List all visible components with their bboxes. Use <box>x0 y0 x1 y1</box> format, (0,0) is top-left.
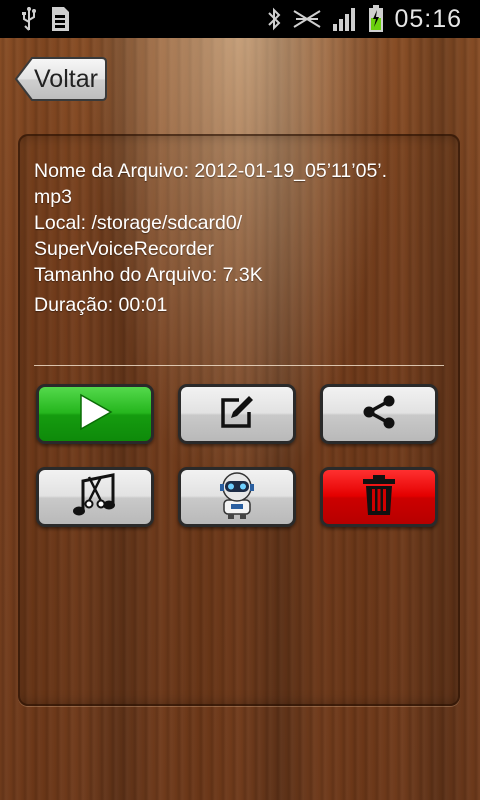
file-location-line-1: Local: /storage/sdcard0/ <box>34 212 243 234</box>
usb-icon <box>20 6 38 32</box>
signal-bars-icon <box>332 6 358 32</box>
file-duration: Duração: 00:01 <box>34 294 168 316</box>
file-name-line-2: mp3 <box>34 186 72 208</box>
no-signal-icon <box>292 7 322 31</box>
edit-icon <box>217 392 257 437</box>
share-button[interactable] <box>320 384 438 444</box>
file-name-line-1: Nome da Arquivo: 2012-01-19_05’11’05’. <box>34 160 388 182</box>
music-scissors-icon <box>69 471 121 524</box>
back-button[interactable]: Voltar <box>14 56 108 102</box>
play-button[interactable] <box>36 384 154 444</box>
file-location-line-2: SuperVoiceRecorder <box>34 238 214 260</box>
rename-button[interactable] <box>178 384 296 444</box>
status-bar: 05:16 <box>0 0 480 38</box>
divider <box>34 365 444 366</box>
robot-voice-button[interactable] <box>178 467 296 527</box>
trash-icon <box>359 473 399 522</box>
battery-charging-icon <box>368 5 384 33</box>
sd-card-icon <box>50 6 70 32</box>
file-size: Tamanho do Arquivo: 7.3K <box>34 264 263 286</box>
robot-icon <box>216 470 258 525</box>
delete-button[interactable] <box>320 467 438 527</box>
clock: 05:16 <box>394 4 462 33</box>
back-button-label: Voltar <box>34 65 98 93</box>
file-info: Nome da Arquivo: 2012-01-19_05’11’05’. m… <box>34 158 446 318</box>
ringtone-cut-button[interactable] <box>36 467 154 527</box>
share-icon <box>359 392 399 437</box>
play-icon <box>75 392 115 437</box>
bluetooth-icon <box>266 7 282 31</box>
